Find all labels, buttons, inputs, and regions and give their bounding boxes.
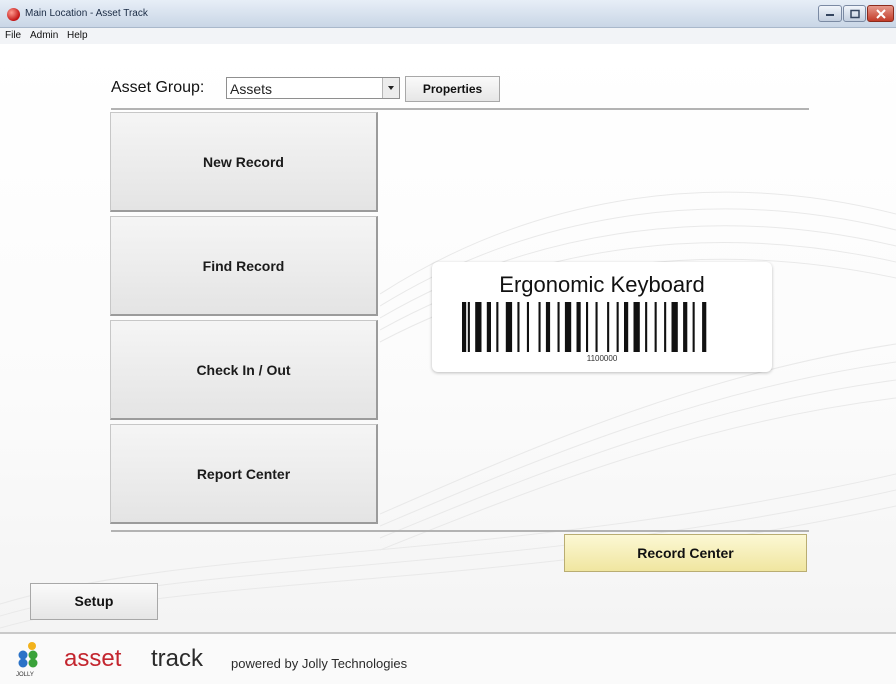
asset-group-select[interactable]: Assets	[226, 77, 400, 99]
close-icon	[875, 8, 886, 19]
close-button[interactable]	[867, 5, 894, 22]
label-preview: Ergonomic Keyboard 1100000	[432, 262, 772, 372]
check-in-out-button[interactable]: Check In / Out	[110, 320, 378, 420]
svg-text:JOLLY: JOLLY	[16, 672, 34, 678]
barcode-image	[462, 302, 707, 352]
properties-button[interactable]: Properties	[405, 76, 500, 102]
powered-by-text: powered by Jolly Technologies	[231, 656, 408, 671]
menu-help[interactable]: Help	[67, 30, 88, 41]
logo-track-text: track	[151, 645, 204, 672]
bottom-divider	[111, 530, 809, 532]
asset-group-label: Asset Group:	[111, 79, 205, 96]
footer-branding: JOLLY asset track powered by Jolly Techn…	[0, 632, 896, 684]
main-panel: Asset Group: Assets Properties New Recor…	[0, 44, 896, 632]
maximize-button[interactable]	[843, 5, 866, 22]
menu-file[interactable]: File	[5, 30, 21, 41]
app-icon	[7, 8, 20, 21]
minimize-button[interactable]	[818, 5, 842, 22]
dropdown-arrow-button[interactable]	[382, 78, 399, 98]
minimize-icon	[826, 13, 834, 16]
label-title: Ergonomic Keyboard	[499, 272, 705, 297]
chevron-down-icon	[388, 86, 394, 90]
barcode-number: 1100000	[586, 354, 618, 363]
new-record-button[interactable]: New Record	[110, 112, 378, 212]
window-title: Main Location - Asset Track	[25, 8, 148, 19]
find-record-button[interactable]: Find Record	[110, 216, 378, 316]
jolly-logo-icon: JOLLY	[16, 642, 38, 678]
asset-group-value: Assets	[230, 81, 273, 97]
menu-bar: File Admin Help	[0, 28, 896, 44]
window-titlebar[interactable]: Main Location - Asset Track	[0, 0, 896, 28]
menu-admin[interactable]: Admin	[30, 30, 58, 41]
maximize-icon	[849, 9, 860, 18]
setup-button[interactable]: Setup	[30, 583, 158, 620]
report-center-button[interactable]: Report Center	[110, 424, 378, 524]
top-divider	[111, 108, 809, 110]
logo-asset-text: asset	[64, 645, 122, 672]
record-center-button[interactable]: Record Center	[564, 534, 807, 572]
